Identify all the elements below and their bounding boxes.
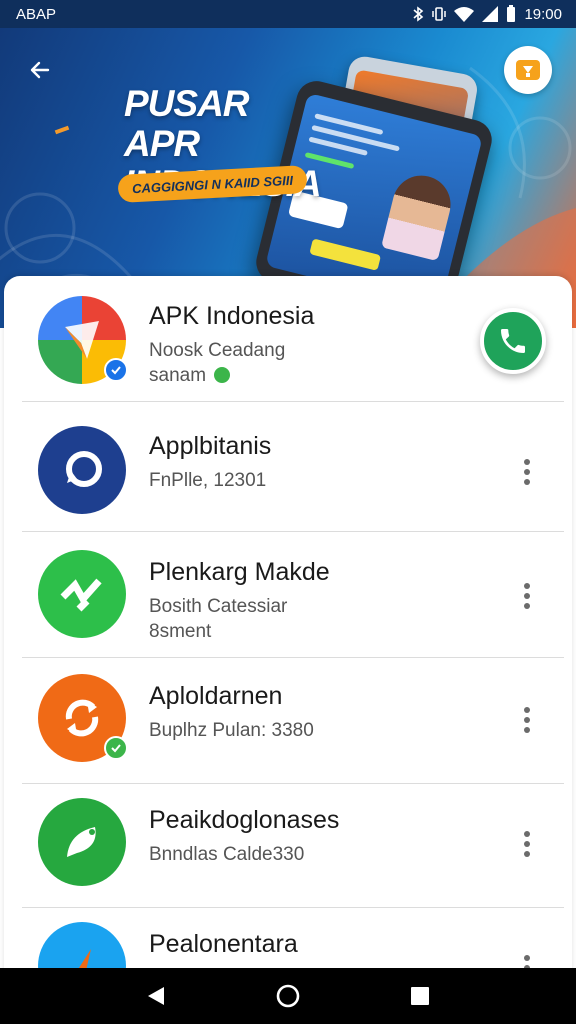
status-icons: 19:00 [412,5,562,23]
app-subtitle: FnPlle, 12301 [149,470,267,491]
verified-badge-icon [104,358,128,382]
divider [22,401,564,402]
wifi-icon [454,7,475,22]
verified-badge-icon [104,736,128,760]
promo-card-icon [516,60,540,80]
status-left-text: ABAP [16,5,57,23]
leaf-chat-icon [38,798,126,886]
list-item[interactable]: Pealonentara [4,906,572,976]
app-subtitle: Bnndlas Calde330 [149,844,305,865]
more-options-button[interactable] [512,824,542,864]
back-triangle-icon [148,987,164,1005]
hero-title-line1: PUSAR APR [124,83,250,164]
app-name: Applbitanis [149,432,272,460]
app-subtitle: Noosk Ceadang [149,340,286,361]
check-dot-icon [214,367,231,383]
status-time: 19:00 [524,5,562,23]
lightning-zigzag-icon [38,550,126,638]
bluetooth-icon [413,6,424,22]
app-name: Pealonentara [149,930,298,958]
app-name: APK Indonesia [149,302,315,330]
nav-back-button[interactable] [136,976,176,1016]
more-options-button[interactable] [512,700,542,740]
vibrate-icon [432,7,447,21]
battery-icon [507,5,516,22]
arrow-left-icon [30,61,50,79]
refresh-arrows-icon [38,674,128,762]
nav-recents-button[interactable] [400,976,440,1016]
app-name: Peaikdoglonases [149,806,340,834]
app-subtitle-2: sanam [149,365,231,387]
home-circle-icon [276,984,300,1008]
promo-button[interactable] [504,46,552,94]
system-nav-bar [0,968,576,1024]
chat-bubble-icon [38,426,126,514]
nav-home-button[interactable] [268,976,308,1016]
phone-icon [501,329,525,353]
list-item[interactable]: Peaikdoglonases Bnndlas Calde330 [4,782,572,908]
app-subtitle: Bosith Catessiar [149,596,288,617]
call-button[interactable] [480,308,546,374]
more-options-button[interactable] [512,576,542,616]
status-bar: ABAP 19:00 [0,0,576,28]
app-list: APK Indonesia Noosk Ceadang sanam Applbi… [4,276,572,976]
app-subtitle-text: sanam [149,365,207,386]
app-name: Plenkarg Makde [149,558,330,586]
signal-icon [482,6,499,22]
list-item[interactable]: Plenkarg Makde Bosith Catessiar 8sment [4,532,572,658]
list-item[interactable]: Applbitanis FnPlle, 12301 [4,406,572,532]
app-name: Aploldarnen [149,682,283,710]
more-options-button[interactable] [512,452,542,492]
multicolor-app-icon [38,296,128,384]
app-subtitle: Buplhz Pulan: 3380 [149,720,314,741]
app-subtitle-2: 8sment [149,621,212,642]
recents-square-icon [411,987,429,1005]
list-item[interactable]: Aploldarnen Buplhz Pulan: 3380 [4,658,572,784]
list-item[interactable]: APK Indonesia Noosk Ceadang sanam [4,276,572,402]
back-button[interactable] [22,52,58,88]
